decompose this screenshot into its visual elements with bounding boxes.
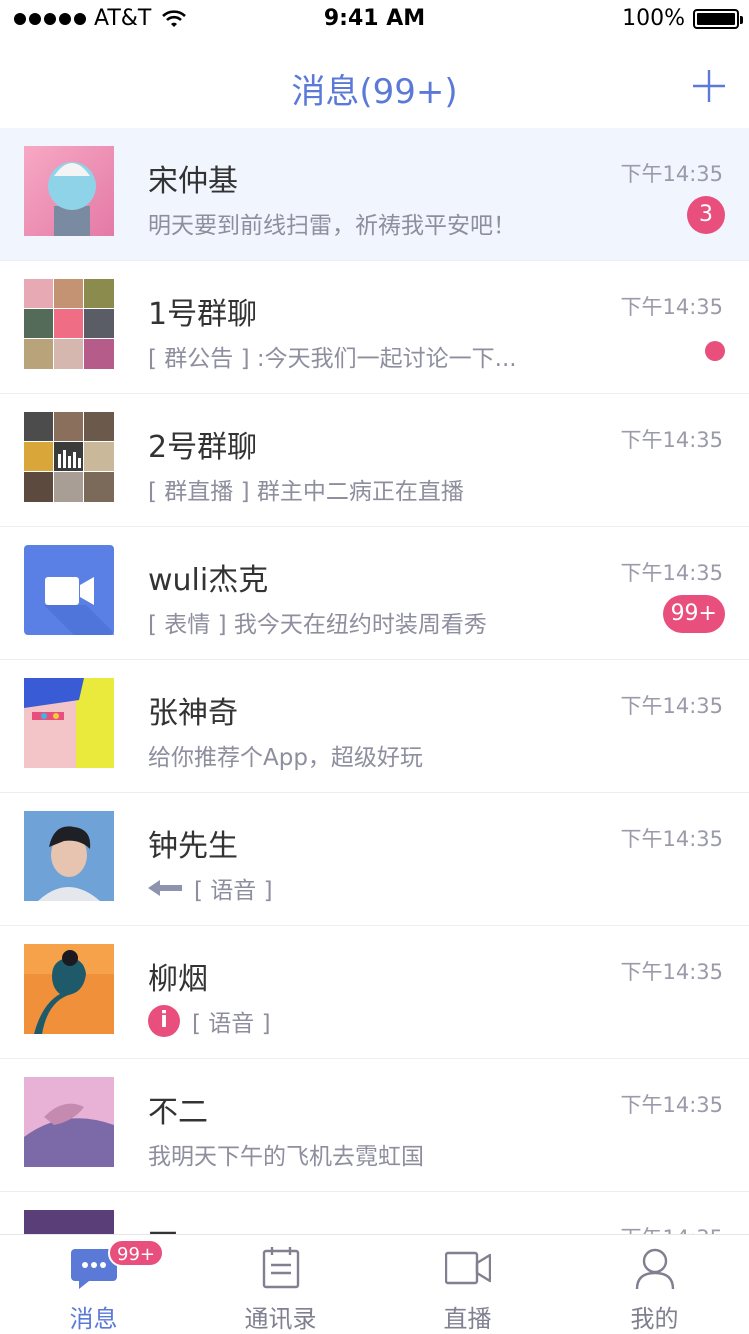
chat-time: 下午14:35 bbox=[620, 827, 723, 851]
group-avatar bbox=[24, 279, 114, 369]
battery-area: 100% bbox=[622, 6, 743, 31]
chat-preview: [ 表情 ] 我今天在纽约时装周看秀 bbox=[148, 605, 487, 639]
avatar bbox=[24, 1077, 114, 1167]
tab-live[interactable]: 直播 bbox=[374, 1235, 561, 1334]
group-avatar bbox=[24, 412, 114, 502]
tab-label: 消息 bbox=[69, 1305, 118, 1333]
chat-preview-text: [ 表情 ] 我今天在纽约时装周看秀 bbox=[148, 612, 487, 638]
chat-name: 2号群聊 bbox=[148, 430, 258, 465]
unread-badge: 99+ bbox=[662, 595, 725, 633]
tab-bar: 99+ 消息 通讯录 直播 我的 bbox=[0, 1234, 749, 1334]
chat-preview: 给你推荐个App，超级好玩 bbox=[148, 738, 423, 772]
user-icon bbox=[635, 1248, 674, 1289]
chat-name: 1号群聊 bbox=[148, 297, 258, 332]
chat-name: 钟先生 bbox=[148, 829, 238, 864]
chat-time: 下午14:35 bbox=[620, 162, 723, 186]
chat-name: 宋仲基 bbox=[148, 164, 238, 199]
tab-label: 我的 bbox=[630, 1305, 679, 1333]
chat-time: 下午14:35 bbox=[620, 960, 723, 984]
chat-name: 柳烟 bbox=[148, 962, 208, 997]
chat-row[interactable]: 1号群聊 [ 群公告 ] :今天我们一起讨论一下... 下午14:35 bbox=[0, 261, 749, 394]
status-bar: AT&T 9:41 AM 100% bbox=[0, 0, 749, 40]
chat-time: 下午14:35 bbox=[620, 561, 723, 585]
chat-row[interactable]: 柳烟 i [ 语音 ] 下午14:35 bbox=[0, 926, 749, 1059]
contacts-book-icon bbox=[262, 1247, 299, 1289]
chat-preview-text: [ 群公告 ] :今天我们一起讨论一下... bbox=[148, 346, 517, 372]
navigation-bar: 消息(99+) bbox=[0, 40, 749, 128]
battery-icon bbox=[693, 8, 743, 29]
chat-preview: i [ 语音 ] bbox=[148, 1004, 271, 1038]
chat-preview-text: [ 语音 ] bbox=[192, 1011, 271, 1037]
chat-preview-text: [ 语音 ] bbox=[194, 878, 273, 904]
tab-messages[interactable]: 99+ 消息 bbox=[0, 1235, 187, 1334]
chat-preview-text: 我明天下午的飞机去霓虹国 bbox=[148, 1144, 424, 1170]
chat-row[interactable]: 张神奇 给你推荐个App，超级好玩 下午14:35 bbox=[0, 660, 749, 793]
unread-dot bbox=[705, 341, 725, 361]
chat-row[interactable]: 2号群聊 [ 群直播 ] 群主中二病正在直播 下午14:35 bbox=[0, 394, 749, 527]
chat-name: 张神奇 bbox=[148, 696, 238, 731]
video-camera-avatar bbox=[24, 545, 114, 635]
unread-badge: 3 bbox=[687, 196, 725, 234]
chat-preview: [ 群公告 ] :今天我们一起讨论一下... bbox=[148, 339, 517, 373]
tab-unread-badge: 99+ bbox=[108, 1239, 164, 1267]
chat-preview: [ 语音 ] bbox=[148, 871, 273, 905]
page-title: 消息(99+) bbox=[291, 72, 458, 112]
chat-name: wuli杰克 bbox=[148, 563, 269, 598]
chat-time: 下午14:35 bbox=[620, 428, 723, 452]
chat-preview-text: 明天要到前线扫雷，祈祷我平安吧！ bbox=[148, 213, 516, 239]
battery-percent: 100% bbox=[622, 6, 685, 31]
chat-preview: [ 群直播 ] 群主中二病正在直播 bbox=[148, 472, 464, 506]
chat-row[interactable]: 钟先生 [ 语音 ] 下午14:35 bbox=[0, 793, 749, 926]
avatar bbox=[24, 146, 114, 236]
chat-preview-text: [ 群直播 ] 群主中二病正在直播 bbox=[148, 479, 464, 505]
chat-time: 下午14:35 bbox=[620, 295, 723, 319]
chat-name: 不二 bbox=[148, 1095, 208, 1130]
info-icon: i bbox=[148, 1005, 180, 1037]
tab-contacts[interactable]: 通讯录 bbox=[187, 1235, 374, 1334]
chat-preview: 明天要到前线扫雷，祈祷我平安吧！ bbox=[148, 206, 516, 240]
chat-preview: 我明天下午的飞机去霓虹国 bbox=[148, 1137, 424, 1171]
chat-time: 下午14:35 bbox=[620, 694, 723, 718]
tab-label: 直播 bbox=[443, 1305, 492, 1333]
video-camera-icon bbox=[444, 1251, 491, 1285]
chat-row[interactable]: 不二 我明天下午的飞机去霓虹国 下午14:35 bbox=[0, 1059, 749, 1192]
chat-row[interactable]: 宋仲基 明天要到前线扫雷，祈祷我平安吧！ 下午14:35 3 bbox=[0, 128, 749, 261]
avatar bbox=[24, 678, 114, 768]
tab-me[interactable]: 我的 bbox=[561, 1235, 748, 1334]
chat-list: 宋仲基 明天要到前线扫雷，祈祷我平安吧！ 下午14:35 3 1号群聊 [ 群公… bbox=[0, 128, 749, 1325]
chat-row[interactable]: wuli杰克 [ 表情 ] 我今天在纽约时装周看秀 下午14:35 99+ bbox=[0, 527, 749, 660]
avatar bbox=[24, 944, 114, 1034]
avatar bbox=[24, 811, 114, 901]
tab-label: 通讯录 bbox=[244, 1305, 317, 1333]
chat-time: 下午14:35 bbox=[620, 1093, 723, 1117]
voice-arrow-icon bbox=[148, 880, 182, 896]
chat-preview-text: 给你推荐个App，超级好玩 bbox=[148, 745, 423, 771]
add-icon[interactable] bbox=[691, 68, 727, 104]
